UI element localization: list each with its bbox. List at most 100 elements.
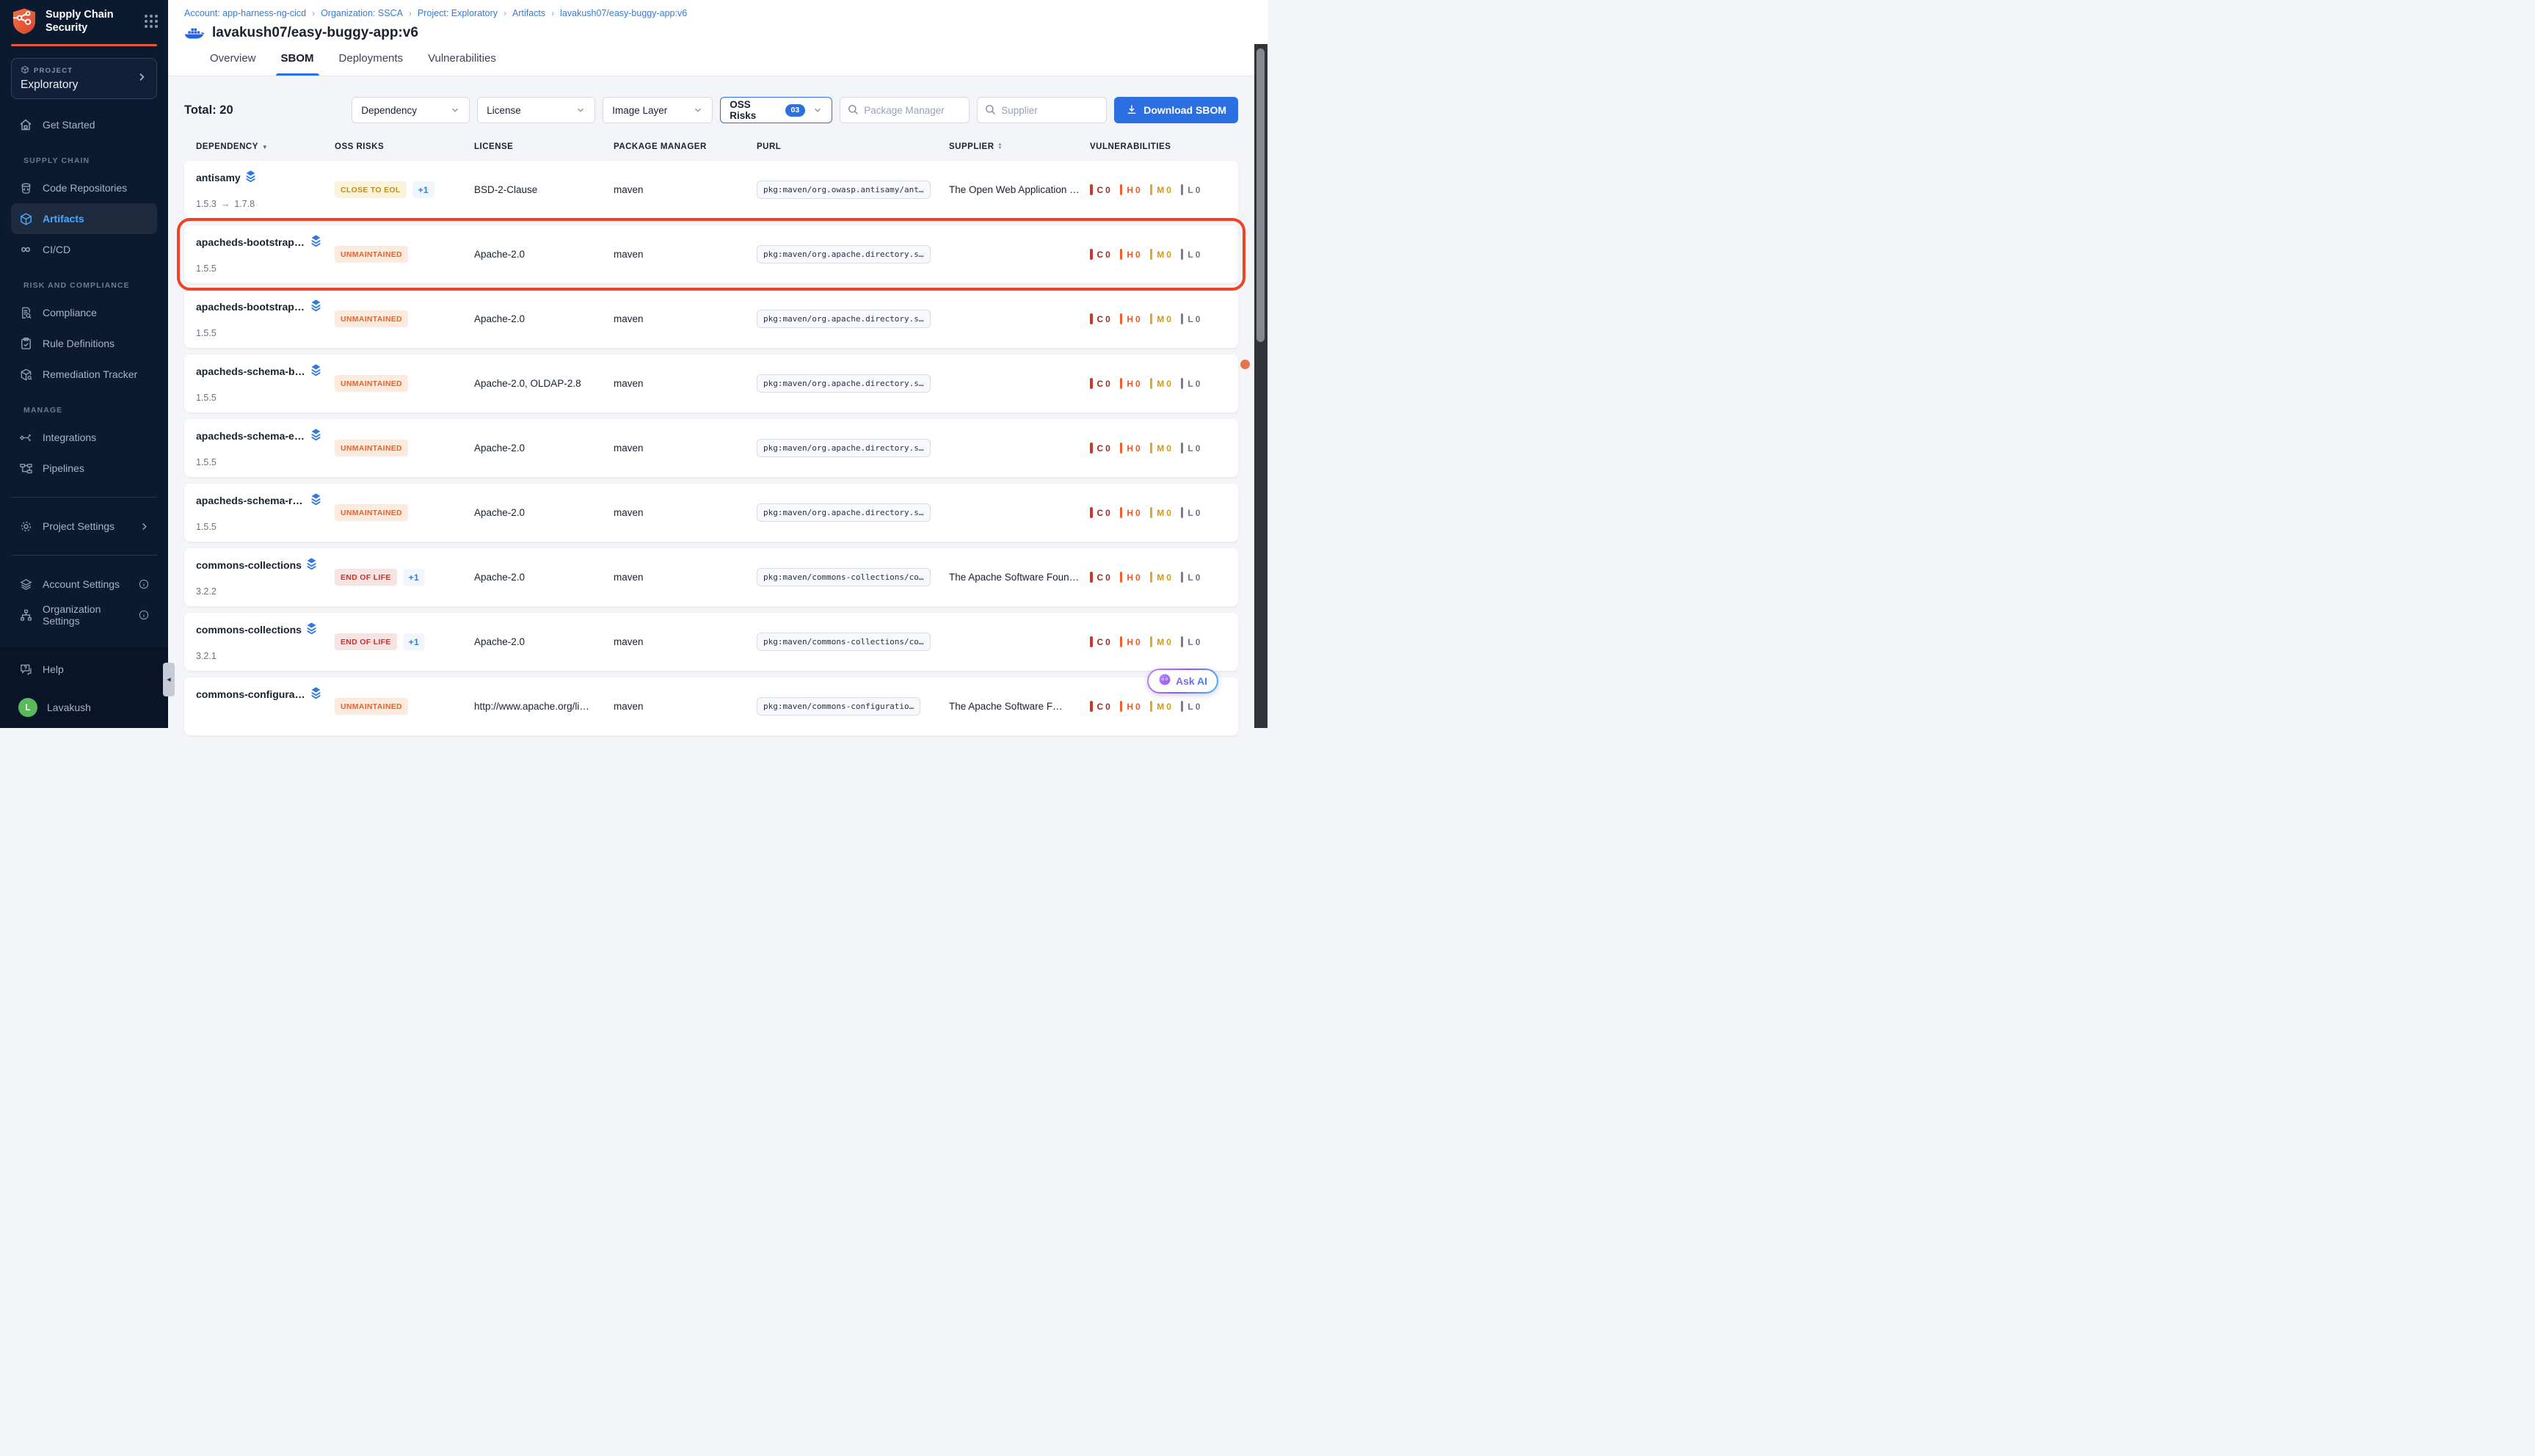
severity-letter: H [1127, 443, 1133, 454]
license-filter[interactable]: License [477, 97, 595, 123]
oss-risks-filter[interactable]: OSS Risks 03 [720, 97, 832, 123]
tab-vulnerabilities[interactable]: Vulnerabilities [428, 41, 496, 76]
sidebar-item-remediation-tracker[interactable]: Remediation Tracker [11, 359, 157, 390]
table-row[interactable]: commons-collections3.2.2END OF LIFE+1Apa… [184, 548, 1238, 606]
purl-pill[interactable]: pkg:maven/commons-collections/co… [757, 568, 931, 586]
purl-pill[interactable]: pkg:maven/org.owasp.antisamy/ant… [757, 181, 931, 199]
tab-deployments[interactable]: Deployments [339, 41, 404, 76]
sidebar-item-account-settings[interactable]: Account Settings [11, 569, 157, 600]
purl-pill[interactable]: pkg:maven/org.apache.directory.s… [757, 245, 931, 263]
docker-whale-icon [184, 25, 205, 41]
license-text: Apache-2.0 [474, 572, 525, 583]
vertical-scrollbar[interactable] [1254, 44, 1268, 728]
package-manager-cell: maven [614, 419, 757, 477]
vulnerability-critical: C0 [1090, 313, 1110, 324]
user-name: Lavakush [47, 702, 91, 713]
user-avatar: L [18, 698, 37, 717]
sidebar-item-integrations[interactable]: Integrations [11, 422, 157, 453]
download-sbom-button[interactable]: Download SBOM [1114, 97, 1238, 123]
severity-letter: M [1157, 702, 1164, 712]
table-row[interactable]: apacheds-bootstrap-p…1.5.5UNMAINTAINEDAp… [184, 290, 1238, 348]
breadcrumb-link[interactable]: Artifacts [512, 8, 545, 18]
dependency-cell: apacheds-schema-boo…1.5.5 [184, 354, 335, 412]
column-header-dependency[interactable]: DEPENDENCY▼ [184, 142, 335, 151]
column-header-label: PACKAGE MANAGER [614, 142, 707, 151]
vulnerability-low: L0 [1181, 701, 1201, 712]
breadcrumb-link[interactable]: Organization: SSCA [321, 8, 403, 18]
purl-pill[interactable]: pkg:maven/org.apache.directory.s… [757, 439, 931, 457]
sidebar-item-ci-cd[interactable]: CI/CD [11, 234, 157, 265]
tab-overview[interactable]: Overview [210, 41, 256, 76]
tab-sbom[interactable]: SBOM [281, 41, 314, 76]
vulnerability-low: L0 [1181, 443, 1201, 454]
supplier-cell: The Apache Software Foun… [949, 548, 1090, 606]
purl-pill[interactable]: pkg:maven/org.apache.directory.s… [757, 310, 931, 328]
table-row[interactable]: apacheds-bootstrap-e…1.5.5UNMAINTAINEDAp… [184, 225, 1238, 283]
sidebar-item-user[interactable]: L Lavakush [11, 692, 157, 723]
severity-letter: C [1097, 702, 1104, 712]
package-manager-cell: maven [614, 161, 757, 219]
gear-icon [18, 519, 33, 534]
more-risks-badge[interactable]: +1 [403, 569, 425, 586]
table-row[interactable]: commons-collections3.2.1END OF LIFE+1Apa… [184, 613, 1238, 671]
table-row[interactable]: antisamy1.5.3→1.7.8CLOSE TO EOL+1BSD-2-C… [184, 161, 1238, 219]
purl-pill[interactable]: pkg:maven/org.apache.directory.s… [757, 374, 931, 393]
vulnerabilities-cell: C0H0M0L0 [1090, 484, 1238, 542]
vulnerability-critical: C0 [1090, 184, 1110, 195]
breadcrumb-link[interactable]: Account: app-harness-ng-cicd [184, 8, 306, 18]
oss-risks-cell: UNMAINTAINED [335, 354, 474, 412]
breadcrumb-link[interactable]: Project: Exploratory [418, 8, 498, 18]
sidebar-collapse-handle[interactable]: ◀ [163, 663, 175, 696]
sidebar-item-code-repositories[interactable]: Code Repositories [11, 172, 157, 203]
table-row[interactable]: apacheds-schema-boo…1.5.5UNMAINTAINEDApa… [184, 354, 1238, 412]
layers-blue-icon [246, 170, 255, 185]
breadcrumb-link[interactable]: lavakush07/easy-buggy-app:v6 [560, 8, 687, 18]
more-risks-badge[interactable]: +1 [412, 181, 434, 198]
breadcrumb-separator: › [312, 8, 315, 18]
scrollbar-thumb[interactable] [1256, 48, 1265, 342]
purl-pill[interactable]: pkg:maven/commons-configuratio… [757, 697, 920, 716]
dependency-name-row: commons-collections [196, 558, 316, 572]
purl-pill[interactable]: pkg:maven/org.apache.directory.s… [757, 503, 931, 522]
sort-icon[interactable]: ▲▼ [998, 143, 1003, 150]
severity-count: 0 [1166, 702, 1171, 712]
sort-desc-icon[interactable]: ▼ [262, 144, 268, 150]
severity-letter: H [1127, 637, 1133, 647]
nine-dot-grid-icon[interactable] [145, 15, 158, 28]
dependency-cell: commons-collections3.2.2 [184, 548, 335, 606]
risk-badge: UNMAINTAINED [335, 698, 408, 715]
sidebar-item-help[interactable]: Help [11, 654, 157, 685]
image-layer-filter[interactable]: Image Layer [603, 97, 713, 123]
column-header-supplier[interactable]: SUPPLIER▲▼ [949, 142, 1090, 151]
table-row[interactable]: commons-configurationUNMAINTAINEDhttp://… [184, 677, 1238, 735]
supplier-cell [949, 290, 1090, 348]
severity-count: 0 [1105, 314, 1110, 324]
dependency-name-row: apacheds-schema-extr… [196, 429, 321, 443]
filter-label: Dependency [361, 105, 417, 116]
layers-blue-icon [311, 235, 321, 250]
total-count: Total: 20 [184, 103, 233, 117]
dependency-cell: apacheds-schema-extr…1.5.5 [184, 419, 335, 477]
dependency-version: 1.5.3→1.7.8 [196, 199, 255, 209]
dependency-filter[interactable]: Dependency [352, 97, 470, 123]
table-row[interactable]: apacheds-schema-regi…1.5.5UNMAINTAINEDAp… [184, 484, 1238, 542]
column-header-package-manager: PACKAGE MANAGER [614, 142, 757, 151]
project-selector[interactable]: PROJECT Exploratory [11, 58, 157, 99]
sidebar-item-get-started[interactable]: Get Started [11, 109, 157, 140]
severity-bar [1120, 378, 1123, 389]
sidebar-item-organization-settings[interactable]: Organization Settings [11, 600, 157, 630]
project-cube-icon [21, 65, 29, 76]
purl-pill[interactable]: pkg:maven/commons-collections/co… [757, 633, 931, 651]
sidebar-item-compliance[interactable]: Compliance [11, 297, 157, 328]
sidebar-item-artifacts[interactable]: Artifacts [11, 203, 157, 234]
table-row[interactable]: apacheds-schema-extr…1.5.5UNMAINTAINEDAp… [184, 419, 1238, 477]
severity-count: 0 [1105, 443, 1110, 454]
sidebar-item-pipelines[interactable]: Pipelines [11, 453, 157, 484]
sidebar-item-rule-definitions[interactable]: Rule Definitions [11, 328, 157, 359]
more-risks-badge[interactable]: +1 [403, 633, 425, 650]
dependency-cell: commons-collections3.2.1 [184, 613, 335, 671]
package-manager-cell: maven [614, 613, 757, 671]
search-icon [847, 103, 859, 116]
sidebar-item-project-settings[interactable]: Project Settings [11, 511, 157, 542]
ask-ai-button[interactable]: Ask AI [1147, 669, 1218, 694]
